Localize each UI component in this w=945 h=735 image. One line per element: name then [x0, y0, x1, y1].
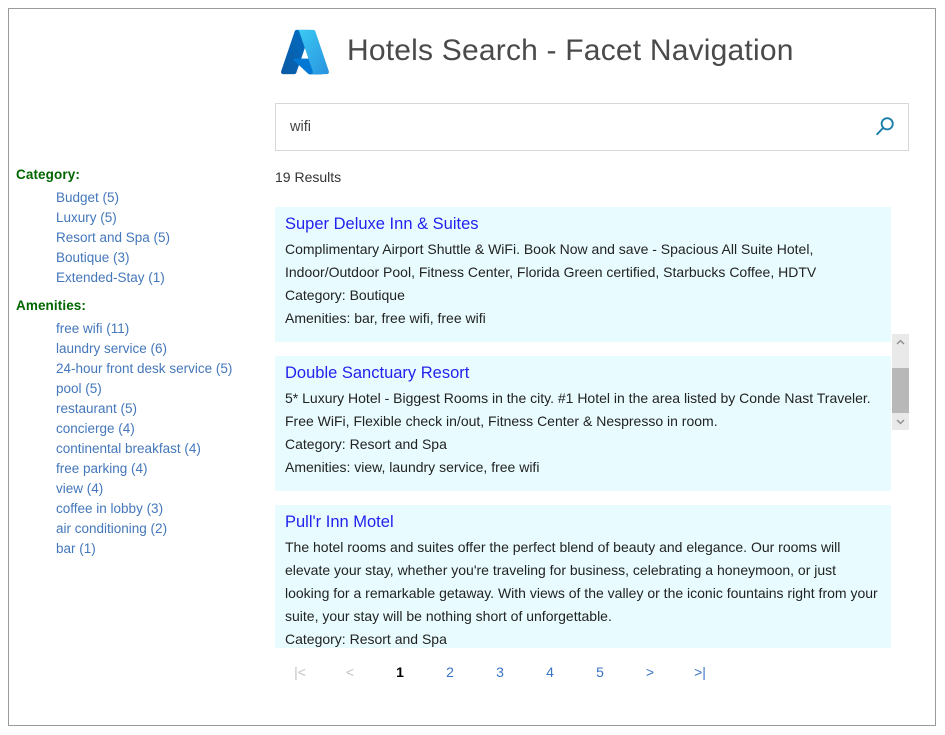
page-title: Hotels Search - Facet Navigation	[347, 34, 794, 68]
facet-item-extended-stay[interactable]: Extended-Stay (1)	[56, 268, 267, 288]
result-card[interactable]: Super Deluxe Inn & Suites Complimentary …	[275, 207, 891, 342]
pagination-last[interactable]: >|	[675, 664, 725, 680]
facet-item-resort-and-spa[interactable]: Resort and Spa (5)	[56, 228, 267, 248]
result-title[interactable]: Super Deluxe Inn & Suites	[285, 215, 479, 234]
azure-logo-icon	[277, 25, 333, 77]
facet-item-laundry-service[interactable]: laundry service (6)	[56, 339, 267, 359]
results-count: 19 Results	[275, 169, 935, 185]
chevron-up-icon	[896, 339, 905, 346]
facet-item-view[interactable]: view (4)	[56, 479, 267, 499]
pagination-next[interactable]: >	[625, 664, 675, 680]
facet-item-restaurant[interactable]: restaurant (5)	[56, 399, 267, 419]
facet-item-bar[interactable]: bar (1)	[56, 539, 267, 559]
scroll-up-button[interactable]	[892, 334, 909, 351]
facet-item-concierge[interactable]: concierge (4)	[56, 419, 267, 439]
pagination-first[interactable]: |<	[275, 664, 325, 680]
scrollbar-track[interactable]	[892, 351, 909, 413]
pagination-prev[interactable]: <	[325, 664, 375, 680]
page-layout: Category: Budget (5) Luxury (5) Resort a…	[9, 9, 935, 725]
result-card[interactable]: Pull'r Inn Motel The hotel rooms and sui…	[275, 505, 891, 648]
facet-item-coffee-in-lobby[interactable]: coffee in lobby (3)	[56, 499, 267, 519]
pagination-page-2[interactable]: 2	[425, 664, 475, 680]
facet-list-category: Budget (5) Luxury (5) Resort and Spa (5)…	[16, 188, 267, 288]
main-content: Hotels Search - Facet Navigation 19 Resu…	[267, 9, 935, 725]
facet-item-air-conditioning[interactable]: air conditioning (2)	[56, 519, 267, 539]
result-amenities: Amenities: view, laundry service, free w…	[285, 456, 881, 479]
result-description: Complimentary Airport Shuttle & WiFi. Bo…	[285, 238, 881, 284]
page-frame: Category: Budget (5) Luxury (5) Resort a…	[8, 8, 936, 726]
scroll-down-button[interactable]	[892, 413, 909, 430]
chevron-down-icon	[896, 418, 905, 425]
facet-item-luxury[interactable]: Luxury (5)	[56, 208, 267, 228]
scrollbar-thumb[interactable]	[892, 368, 909, 413]
result-description: The hotel rooms and suites offer the per…	[285, 536, 881, 628]
facet-item-budget[interactable]: Budget (5)	[56, 188, 267, 208]
result-category: Category: Resort and Spa	[285, 628, 881, 648]
result-description: 5* Luxury Hotel - Biggest Rooms in the c…	[285, 387, 881, 433]
search-bar	[275, 103, 909, 151]
result-card[interactable]: Double Sanctuary Resort 5* Luxury Hotel …	[275, 356, 891, 491]
facet-item-pool[interactable]: pool (5)	[56, 379, 267, 399]
facet-sidebar: Category: Budget (5) Luxury (5) Resort a…	[9, 9, 267, 725]
facet-group-category: Category: Budget (5) Luxury (5) Resort a…	[16, 167, 267, 288]
result-amenities: Amenities: bar, free wifi, free wifi	[285, 307, 881, 330]
facet-item-24-hour-front-desk-service[interactable]: 24-hour front desk service (5)	[56, 359, 267, 379]
facet-item-continental-breakfast[interactable]: continental breakfast (4)	[56, 439, 267, 459]
facet-item-boutique[interactable]: Boutique (3)	[56, 248, 267, 268]
pagination-page-1[interactable]: 1	[375, 664, 425, 680]
facet-heading-category: Category:	[16, 167, 267, 182]
results-list: Super Deluxe Inn & Suites Complimentary …	[275, 207, 891, 648]
search-button[interactable]	[862, 104, 908, 150]
result-category: Category: Resort and Spa	[285, 433, 881, 456]
result-category: Category: Boutique	[285, 284, 881, 307]
facet-heading-amenities: Amenities:	[16, 298, 267, 313]
results-viewport: Super Deluxe Inn & Suites Complimentary …	[275, 207, 909, 648]
results-scrollbar[interactable]	[891, 334, 909, 430]
facet-group-amenities: Amenities: free wifi (11) laundry servic…	[16, 298, 267, 559]
pagination: |< < 1 2 3 4 5 > >|	[267, 664, 935, 680]
pagination-page-4[interactable]: 4	[525, 664, 575, 680]
pagination-page-5[interactable]: 5	[575, 664, 625, 680]
pagination-page-3[interactable]: 3	[475, 664, 525, 680]
facet-item-free-wifi[interactable]: free wifi (11)	[56, 319, 267, 339]
app-header: Hotels Search - Facet Navigation	[267, 9, 935, 81]
result-title[interactable]: Double Sanctuary Resort	[285, 364, 469, 383]
facet-item-free-parking[interactable]: free parking (4)	[56, 459, 267, 479]
search-input[interactable]	[276, 104, 862, 150]
result-title[interactable]: Pull'r Inn Motel	[285, 513, 394, 532]
facet-list-amenities: free wifi (11) laundry service (6) 24-ho…	[16, 319, 267, 559]
search-icon	[873, 115, 897, 139]
